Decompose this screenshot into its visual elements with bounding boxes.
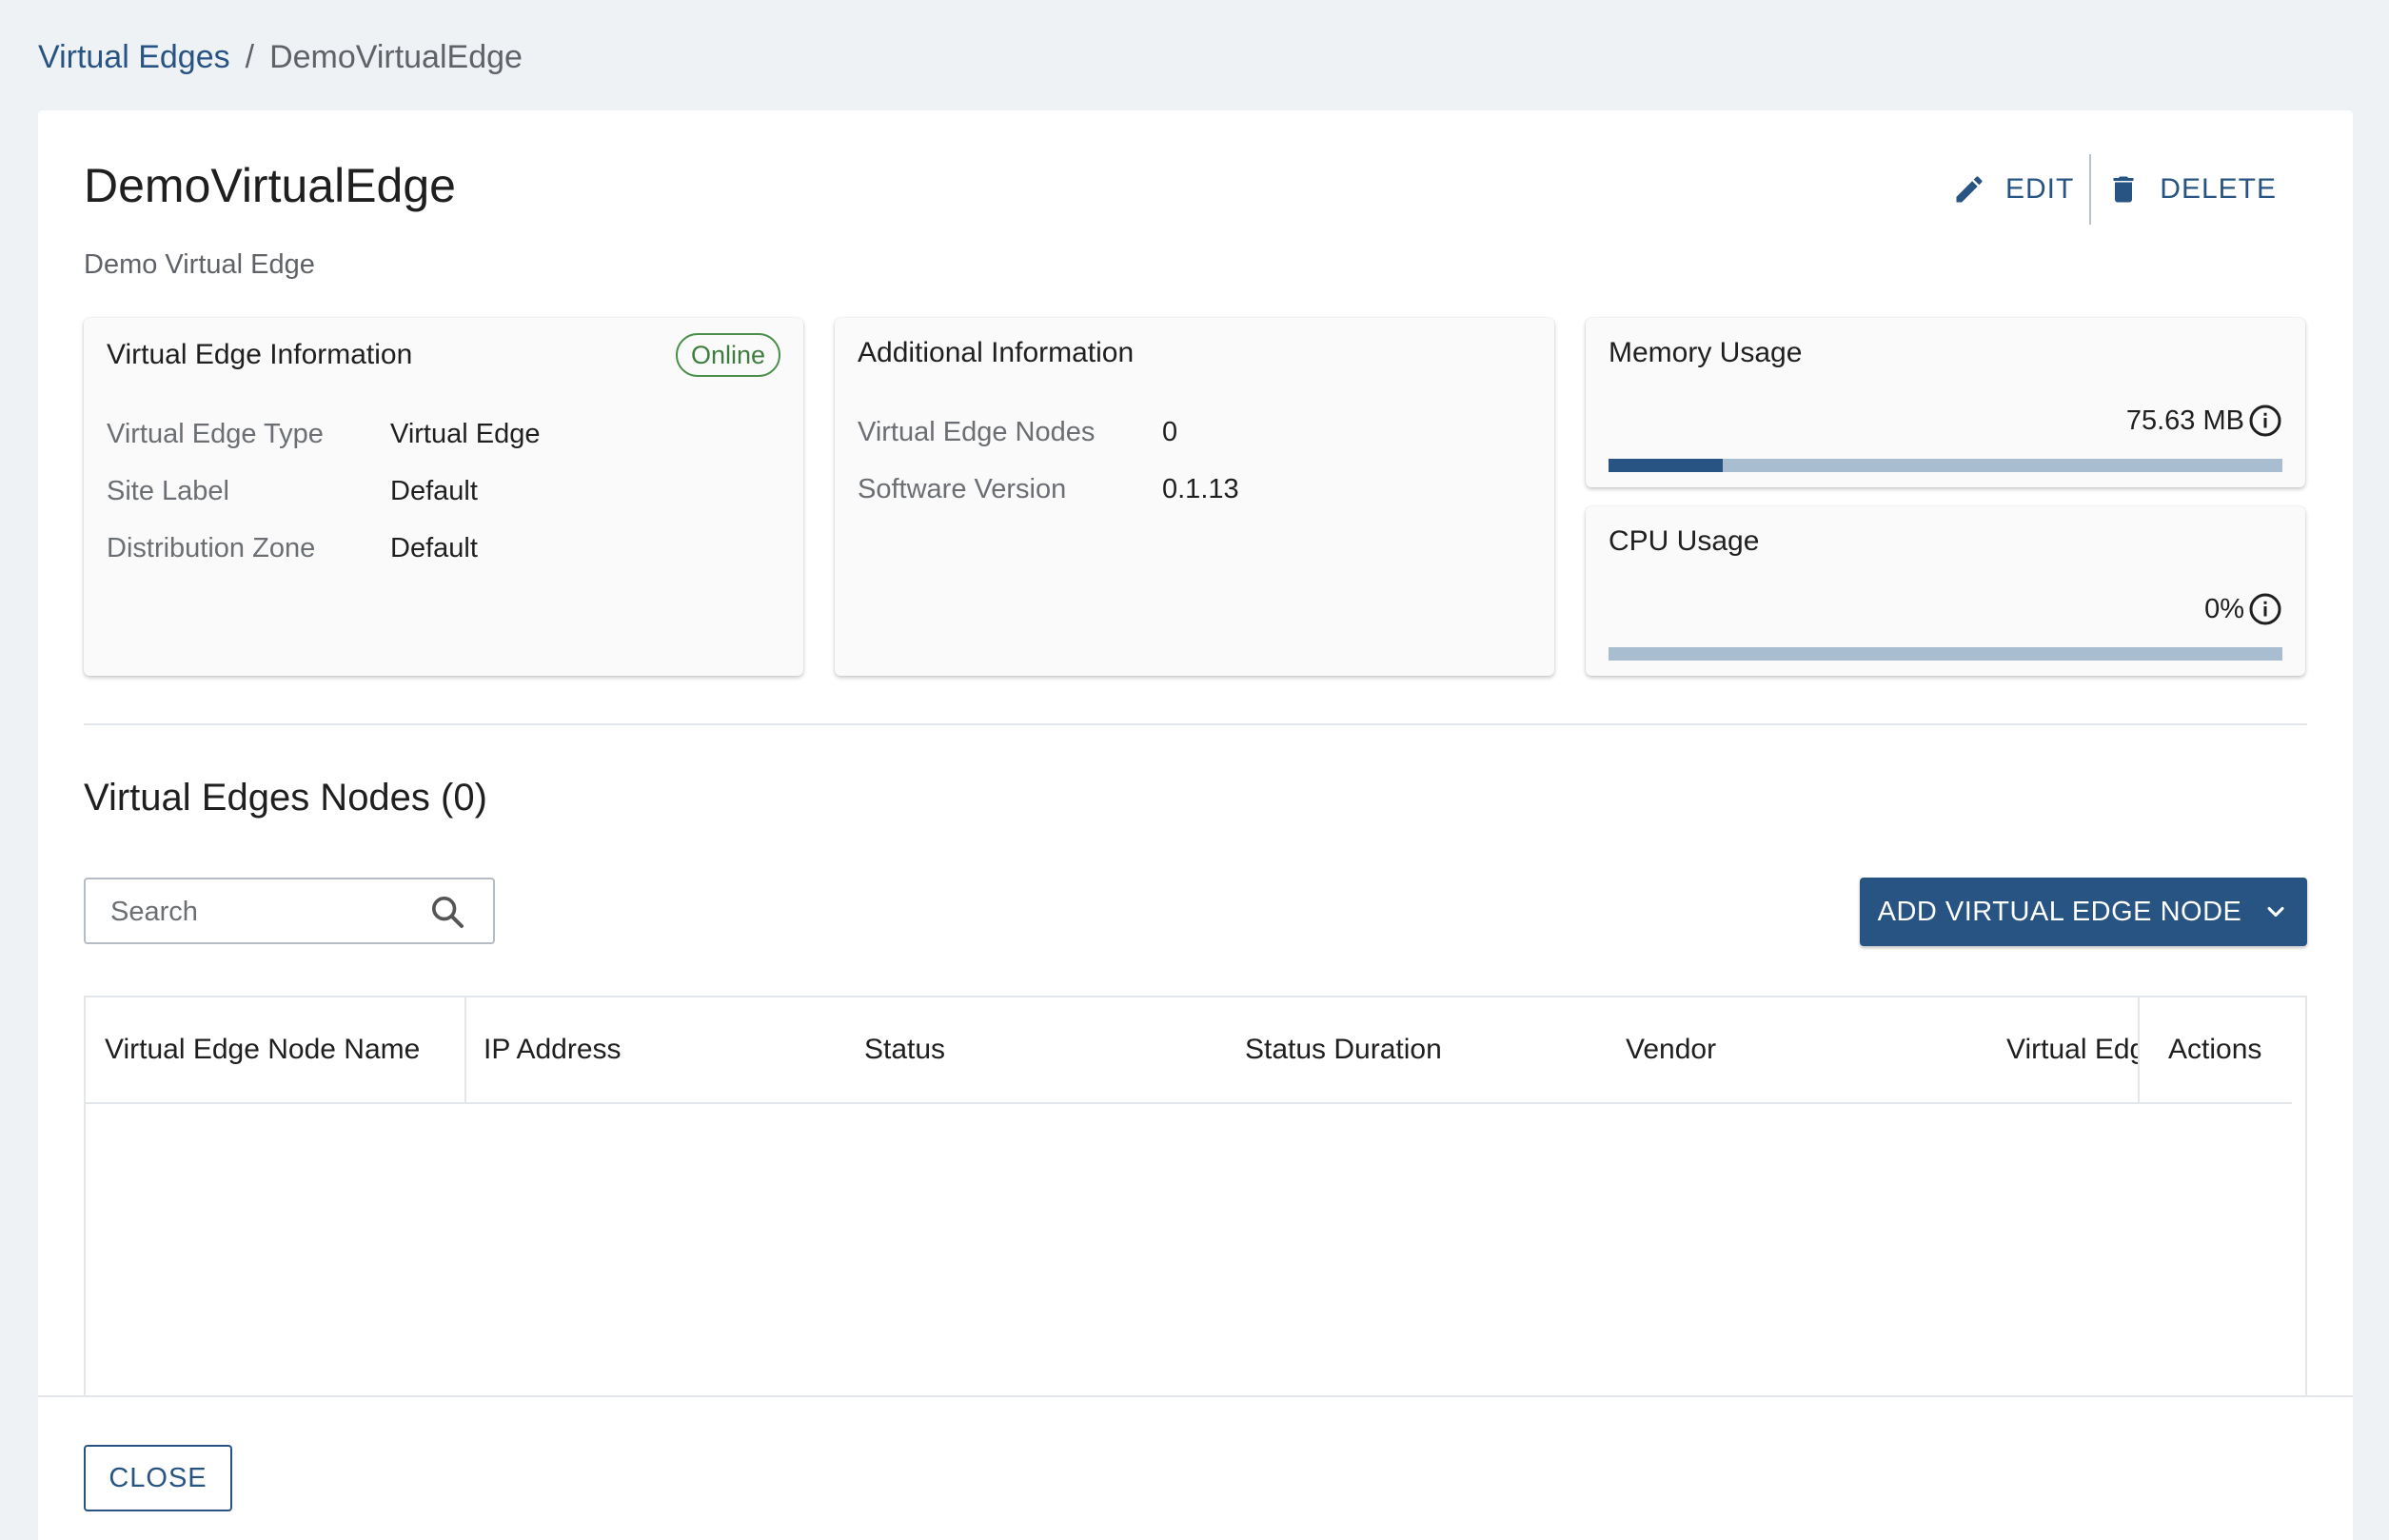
additional-key: Virtual Edge Nodes [858, 417, 1096, 447]
info-value: Default [390, 533, 478, 563]
delete-button[interactable]: DELETE [2091, 154, 2292, 225]
cpu-usage-bar [1609, 647, 2282, 661]
nodes-section-title: Virtual Edges Nodes (0) [84, 777, 487, 819]
breadcrumb: Virtual Edges / DemoVirtualEdge [38, 36, 523, 78]
section-divider [84, 723, 2307, 725]
column-header-status-duration[interactable]: Status Duration [1245, 997, 1607, 1102]
search-placeholder: Search [110, 897, 198, 927]
cpu-usage-value: 0% [2204, 594, 2244, 624]
column-header-virtual-edge[interactable]: Virtual Edge [2006, 997, 2138, 1102]
dialog-footer: CLOSE [38, 1395, 2353, 1540]
close-button[interactable]: CLOSE [84, 1445, 232, 1511]
card-title: Virtual Edge Information [107, 339, 413, 370]
info-icon[interactable] [2248, 404, 2282, 438]
info-icon[interactable] [2248, 592, 2282, 626]
memory-usage-bar-fill [1609, 459, 1724, 472]
card-title: Memory Usage [1609, 337, 1803, 368]
memory-usage-bar [1609, 459, 2282, 472]
add-button-label: ADD VIRTUAL EDGE NODE [1877, 896, 2242, 927]
additional-value: 0.1.13 [1162, 474, 1239, 504]
column-header-vendor[interactable]: Vendor [1626, 997, 1987, 1102]
pencil-icon [1956, 176, 1983, 203]
info-key: Distribution Zone [107, 533, 316, 563]
cpu-usage-card: CPU Usage 0% [1586, 506, 2305, 676]
delete-label: DELETE [2160, 173, 2277, 205]
column-header-actions: Actions [2138, 997, 2292, 1102]
edit-button[interactable]: EDIT [1937, 154, 2089, 225]
header-actions: EDIT DELETE [1937, 154, 2292, 225]
edit-label: EDIT [2004, 173, 2075, 205]
table-header: Virtual Edge Node Name IP Address Status… [86, 997, 2292, 1104]
additional-value: 0 [1162, 417, 1178, 447]
additional-key: Software Version [858, 474, 1067, 504]
add-virtual-edge-node-button[interactable]: ADD VIRTUAL EDGE NODE [1860, 878, 2307, 946]
column-header-node-name[interactable]: Virtual Edge Node Name [86, 997, 466, 1102]
page-title: DemoVirtualEdge [84, 159, 456, 212]
info-value: Default [390, 476, 478, 506]
column-header-status[interactable]: Status [864, 997, 1226, 1102]
info-key: Site Label [107, 476, 229, 506]
column-header-ip-address[interactable]: IP Address [484, 997, 845, 1102]
breadcrumb-virtual-edges-link[interactable]: Virtual Edges [38, 39, 230, 75]
memory-usage-value: 75.63 MB [2125, 405, 2244, 436]
breadcrumb-separator: / [245, 39, 255, 75]
page-description: Demo Virtual Edge [84, 249, 315, 280]
card-title: Additional Information [858, 337, 1135, 368]
virtual-edge-information-card: Virtual Edge Information Online Virtual … [84, 318, 803, 676]
status-badge: Online [675, 333, 780, 377]
trash-icon [2113, 176, 2134, 203]
info-key: Virtual Edge Type [107, 419, 324, 449]
nodes-table: Virtual Edge Node Name IP Address Status… [84, 996, 2307, 1452]
memory-usage-card: Memory Usage 75.63 MB [1586, 318, 2305, 487]
additional-information-card: Additional Information Virtual Edge Node… [835, 318, 1554, 676]
breadcrumb-current: DemoVirtualEdge [269, 39, 523, 75]
chevron-down-icon [2267, 906, 2284, 918]
detail-panel: DemoVirtualEdge Demo Virtual Edge EDIT D… [38, 110, 2353, 1540]
card-title: CPU Usage [1609, 525, 1760, 557]
search-input[interactable]: Search [84, 878, 495, 944]
search-icon [432, 897, 464, 928]
info-value: Virtual Edge [390, 419, 541, 449]
